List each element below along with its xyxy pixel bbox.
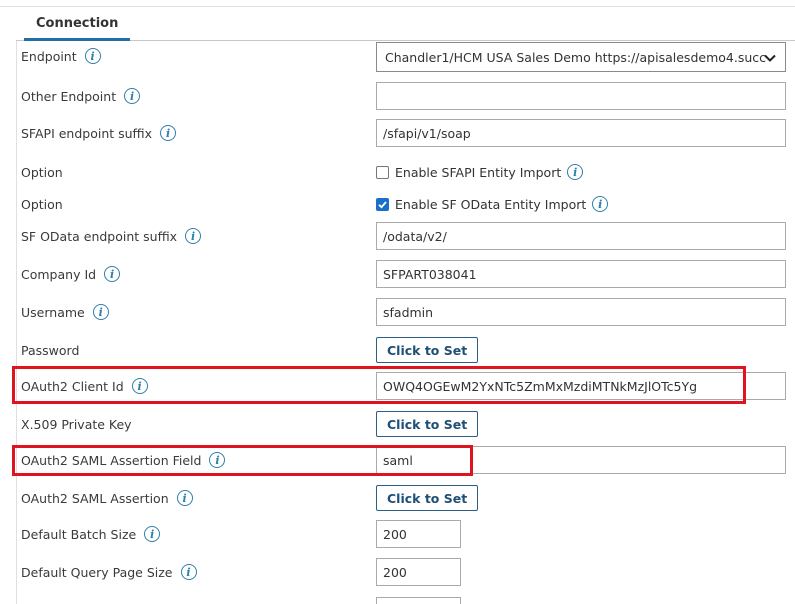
info-icon[interactable]: i xyxy=(144,526,161,542)
endpoint-value: Chandler1/HCM USA Sales Demo https://api… xyxy=(385,49,766,65)
company-id-label: Company Id xyxy=(21,266,97,282)
odata-suffix-input[interactable]: /odata/v2/ xyxy=(376,222,786,250)
row-company-id: Company Id i SFPART038041 xyxy=(0,259,795,289)
row-password: Password Click to Set xyxy=(0,335,795,365)
batch-size-input[interactable]: 200 xyxy=(376,520,461,548)
oauth-client-id-label: OAuth2 Client Id xyxy=(21,378,124,394)
sfapi-import-checkbox-group[interactable]: Enable SFAPI Entity Import i xyxy=(376,157,584,187)
row-other-endpoint: Other Endpoint i xyxy=(0,81,795,111)
company-id-input[interactable]: SFPART038041 xyxy=(376,260,786,288)
row-batch-size: Default Batch Size i 200 xyxy=(0,519,795,549)
username-label-group: Username i xyxy=(21,297,109,327)
row-option-sfapi: Option Enable SFAPI Entity Import i xyxy=(0,157,795,187)
row-oauth-client-id: OAuth2 Client Id i OWQ4OGEwM2YxNTc5ZmMxM… xyxy=(0,371,795,401)
chevron-down-icon xyxy=(764,54,776,62)
batch-size-label: Default Batch Size xyxy=(21,526,137,542)
info-icon[interactable]: i xyxy=(92,304,109,320)
row-odata-suffix: SF OData endpoint suffix i /odata/v2/ xyxy=(0,221,795,251)
sfapi-suffix-label-group: SFAPI endpoint suffix i xyxy=(21,118,177,148)
info-icon[interactable]: i xyxy=(592,196,609,212)
password-set-button[interactable]: Click to Set xyxy=(376,337,479,363)
other-endpoint-label-group: Other Endpoint i xyxy=(21,81,141,111)
other-endpoint-input[interactable] xyxy=(376,82,786,110)
option2-label: Option xyxy=(21,196,63,212)
oauth-client-id-input[interactable]: OWQ4OGEwM2YxNTc5ZmMxMzdiMTNkMzJlOTc5Yg xyxy=(376,372,786,400)
info-icon[interactable]: i xyxy=(124,88,141,104)
option1-label: Option xyxy=(21,164,63,180)
info-icon[interactable]: i xyxy=(209,452,226,468)
option2-label-group: Option xyxy=(21,189,63,219)
saml-field-label: OAuth2 SAML Assertion Field xyxy=(21,452,202,468)
option1-label-group: Option xyxy=(21,157,63,187)
saml-assertion-set-button[interactable]: Click to Set xyxy=(376,485,479,511)
x509-key-label: X.509 Private Key xyxy=(21,416,132,432)
tab-bar: Connection xyxy=(16,7,795,41)
row-option-odata: Option Enable SF OData Entity Import i xyxy=(0,189,795,219)
query-page-size-input[interactable]: 200 xyxy=(376,558,461,586)
sfapi-suffix-input[interactable]: /sfapi/v1/soap xyxy=(376,119,786,147)
x509-key-set-button[interactable]: Click to Set xyxy=(376,411,479,437)
username-input[interactable]: sfadmin xyxy=(376,298,786,326)
password-label-group: Password xyxy=(21,335,79,365)
odata-import-checkbox-group[interactable]: Enable SF OData Entity Import i xyxy=(376,189,609,219)
row-query-page-size: Default Query Page Size i 200 xyxy=(0,557,795,587)
other-endpoint-label: Other Endpoint xyxy=(21,88,117,104)
row-sfapi-suffix: SFAPI endpoint suffix i /sfapi/v1/soap xyxy=(0,118,795,148)
info-icon[interactable]: i xyxy=(185,228,202,244)
sfapi-import-checkbox[interactable] xyxy=(376,165,389,179)
password-label: Password xyxy=(21,342,80,358)
info-icon[interactable]: i xyxy=(180,564,197,580)
info-icon[interactable]: i xyxy=(131,378,148,394)
saml-field-input[interactable]: saml xyxy=(376,446,786,474)
info-icon[interactable]: i xyxy=(176,490,193,506)
odata-import-checkbox[interactable] xyxy=(376,197,389,211)
saml-assertion-label: OAuth2 SAML Assertion xyxy=(21,490,169,506)
info-icon[interactable]: i xyxy=(84,48,101,64)
info-icon[interactable]: i xyxy=(104,266,121,282)
row-username: Username i sfadmin xyxy=(0,297,795,327)
username-label: Username xyxy=(21,304,85,320)
sfapi-import-label[interactable]: Enable SFAPI Entity Import xyxy=(395,165,561,180)
info-icon[interactable]: i xyxy=(567,164,584,180)
info-icon[interactable]: i xyxy=(160,125,177,141)
odata-suffix-label-group: SF OData endpoint suffix i xyxy=(21,221,202,251)
next-field-partial[interactable] xyxy=(376,597,461,604)
sfapi-suffix-label: SFAPI endpoint suffix xyxy=(21,125,153,141)
row-x509-key: X.509 Private Key Click to Set xyxy=(0,409,795,439)
oauth-client-id-label-group: OAuth2 Client Id i xyxy=(21,371,148,401)
endpoint-label: Endpoint xyxy=(21,48,77,64)
saml-assertion-label-group: OAuth2 SAML Assertion i xyxy=(21,483,193,513)
odata-suffix-label: SF OData endpoint suffix xyxy=(21,228,178,244)
query-page-size-label: Default Query Page Size xyxy=(21,564,173,580)
x509-key-label-group: X.509 Private Key xyxy=(21,409,132,439)
query-page-size-label-group: Default Query Page Size i xyxy=(21,557,197,587)
saml-field-label-group: OAuth2 SAML Assertion Field i xyxy=(21,445,226,475)
odata-import-label[interactable]: Enable SF OData Entity Import xyxy=(395,197,586,212)
endpoint-label-group: Endpoint i xyxy=(21,41,101,71)
row-saml-assertion: OAuth2 SAML Assertion i Click to Set xyxy=(0,483,795,513)
company-id-label-group: Company Id i xyxy=(21,259,121,289)
checkmark-icon xyxy=(378,200,387,209)
row-endpoint: Endpoint i Chandler1/HCM USA Sales Demo … xyxy=(0,41,795,72)
tab-connection[interactable]: Connection xyxy=(24,7,131,41)
endpoint-select[interactable]: Chandler1/HCM USA Sales Demo https://api… xyxy=(376,42,786,72)
batch-size-label-group: Default Batch Size i xyxy=(21,519,161,549)
row-saml-field: OAuth2 SAML Assertion Field i saml xyxy=(0,445,795,475)
